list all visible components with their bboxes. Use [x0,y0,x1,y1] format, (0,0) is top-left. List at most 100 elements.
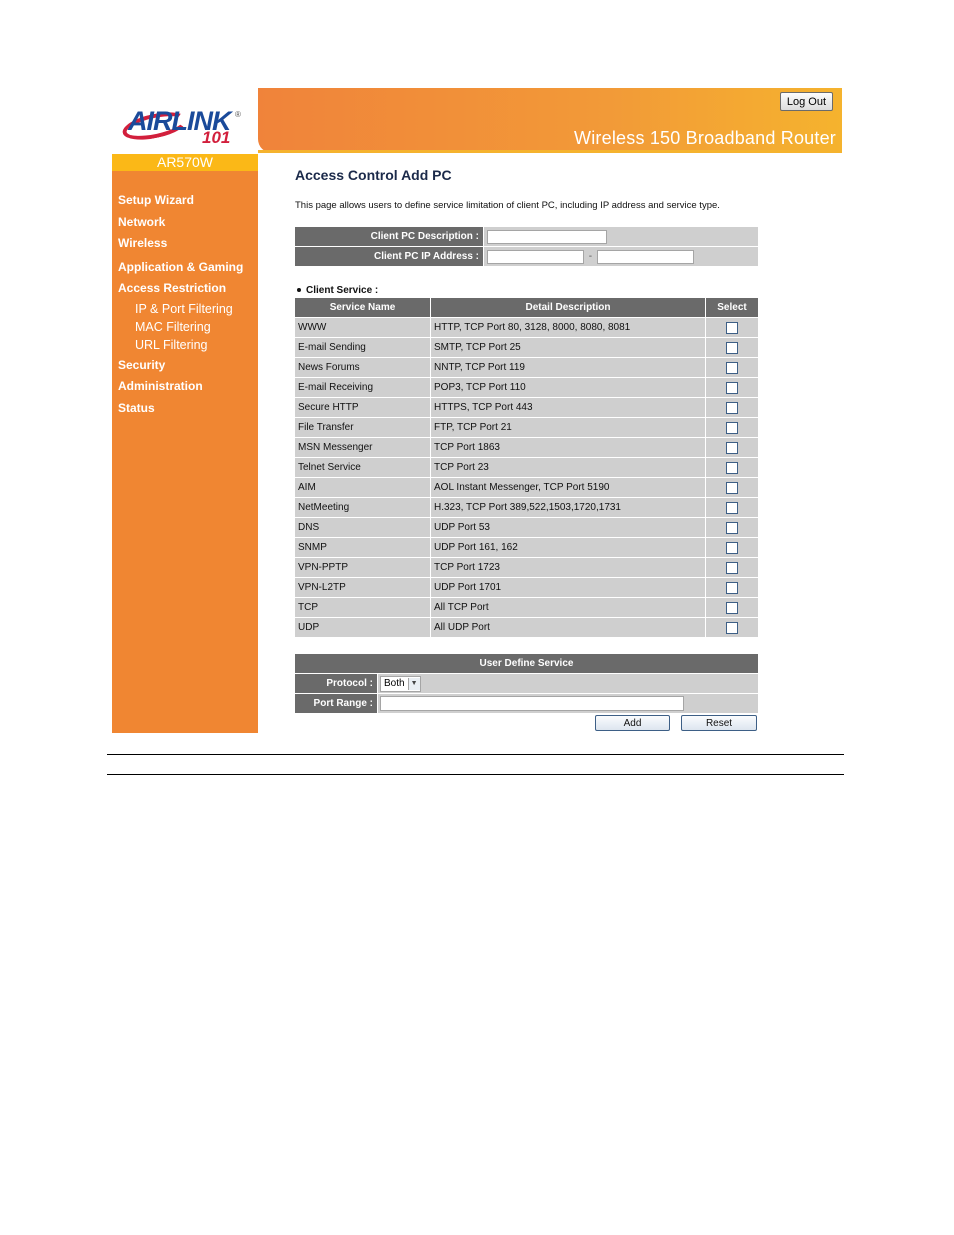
user-define-service-form: User Define Service Protocol : Both ▼ Po… [295,654,758,714]
client-ip-label: Client PC IP Address : [295,246,484,267]
port-range-input[interactable] [380,696,684,711]
sidebar-item-security[interactable]: Security [118,358,165,372]
service-detail: All TCP Port [430,597,706,618]
service-row: TCP All TCP Port [295,597,758,618]
service-name: File Transfer [295,417,431,438]
service-name: TCP [295,597,431,618]
client-ip-end-input[interactable] [596,249,694,264]
sidebar-subitem-ip-port-filtering[interactable]: IP & Port Filtering [135,302,233,316]
service-row: SNMP UDP Port 161, 162 [295,537,758,558]
service-select-checkbox[interactable] [726,561,738,574]
service-detail: TCP Port 23 [430,457,706,478]
bullet-icon [297,288,301,293]
client-ip-start-input[interactable] [487,249,584,264]
sidebar-item-status[interactable]: Status [118,401,155,415]
service-select-checkbox[interactable] [726,501,738,514]
service-row: E-mail Sending SMTP, TCP Port 25 [295,337,758,358]
registered-mark: ® [235,110,241,119]
banner-underline [258,150,842,153]
service-row: VPN-L2TP UDP Port 1701 [295,577,758,598]
service-select-checkbox[interactable] [726,461,738,474]
service-name: SNMP [295,537,431,558]
chevron-down-icon[interactable]: ▼ [407,677,420,690]
router-title: Wireless 150 Broadband Router [574,128,836,148]
page-title: Access Control Add PC [295,167,452,183]
service-select-checkbox[interactable] [726,421,738,434]
service-name: Telnet Service [295,457,431,478]
service-row: WWW HTTP, TCP Port 80, 3128, 8000, 8080, … [295,317,758,338]
service-row: VPN-PPTP TCP Port 1723 [295,557,758,578]
user-define-service-heading: User Define Service [295,654,758,674]
service-name: E-mail Sending [295,337,431,358]
service-detail: AOL Instant Messenger, TCP Port 5190 [430,477,706,498]
service-row: News Forums NNTP, TCP Port 119 [295,357,758,378]
logout-button[interactable]: Log Out [779,92,833,111]
service-row: UDP All UDP Port [295,617,758,638]
service-select-checkbox[interactable] [726,601,738,614]
service-name: Secure HTTP [295,397,431,418]
airlink-logo: AIRLINK ® 101 [112,88,258,154]
service-select-checkbox[interactable] [726,321,738,334]
service-detail: POP3, TCP Port 110 [430,377,706,398]
page-description: This page allows users to define service… [295,200,720,211]
sidebar-item-access-restriction[interactable]: Access Restriction [118,281,226,295]
service-row: AIM AOL Instant Messenger, TCP Port 5190 [295,477,758,498]
divider-line [107,754,844,755]
sidebar-subitem-mac-filtering[interactable]: MAC Filtering [135,320,211,334]
service-select-checkbox[interactable] [726,481,738,494]
reset-button[interactable]: Reset [681,715,757,731]
service-row: E-mail Receiving POP3, TCP Port 110 [295,377,758,398]
service-detail: UDP Port 53 [430,517,706,538]
service-name: NetMeeting [295,497,431,518]
service-select-checkbox[interactable] [726,441,738,454]
sidebar-item-administration[interactable]: Administration [118,379,203,393]
service-detail: SMTP, TCP Port 25 [430,337,706,358]
service-detail: H.323, TCP Port 389,522,1503,1720,1731 [430,497,706,518]
service-detail: FTP, TCP Port 21 [430,417,706,438]
service-select-checkbox[interactable] [726,621,738,634]
service-name: News Forums [295,357,431,378]
service-detail: HTTP, TCP Port 80, 3128, 8000, 8080, 808… [430,317,706,338]
sidebar-item-setup-wizard[interactable]: Setup Wizard [118,193,194,207]
protocol-selected-value: Both [384,678,405,689]
header-banner: Log Out Wireless 150 Broadband Router [258,88,842,153]
service-row: NetMeeting H.323, TCP Port 389,522,1503,1… [295,497,758,518]
client-description-input[interactable] [487,229,607,244]
service-detail: TCP Port 1723 [430,557,706,578]
service-name: DNS [295,517,431,538]
service-detail: All UDP Port [430,617,706,638]
table-header-row: Service Name Detail Description Select [295,298,758,318]
client-service-label: Client Service : [297,285,378,296]
service-name: AIM [295,477,431,498]
service-name: VPN-PPTP [295,557,431,578]
service-row: File Transfer FTP, TCP Port 21 [295,417,758,438]
port-range-label: Port Range : [295,693,378,714]
protocol-label: Protocol : [295,673,378,694]
service-select-checkbox[interactable] [726,361,738,374]
client-description-row: Client PC Description : [295,227,758,247]
protocol-row: Protocol : Both ▼ [295,673,758,694]
service-select-checkbox[interactable] [726,401,738,414]
service-select-checkbox[interactable] [726,381,738,394]
service-detail: NNTP, TCP Port 119 [430,357,706,378]
add-button[interactable]: Add [595,715,670,731]
column-header-select: Select [705,298,758,318]
service-select-checkbox[interactable] [726,341,738,354]
sidebar-item-application-gaming[interactable]: Application & Gaming [118,260,243,274]
service-row: MSN Messenger TCP Port 1863 [295,437,758,458]
sidebar-item-network[interactable]: Network [118,215,165,229]
sidebar-subitem-url-filtering[interactable]: URL Filtering [135,338,207,352]
service-name: UDP [295,617,431,638]
client-description-label: Client PC Description : [295,227,484,247]
service-select-checkbox[interactable] [726,581,738,594]
service-name: WWW [295,317,431,338]
service-name: VPN-L2TP [295,577,431,598]
service-select-checkbox[interactable] [726,541,738,554]
logo-number: 101 [202,128,231,147]
sidebar-item-wireless[interactable]: Wireless [118,236,167,250]
service-name: MSN Messenger [295,437,431,458]
port-range-row: Port Range : [295,693,758,714]
service-select-checkbox[interactable] [726,521,738,534]
protocol-select[interactable]: Both ▼ [380,675,421,692]
divider-line [107,774,844,775]
